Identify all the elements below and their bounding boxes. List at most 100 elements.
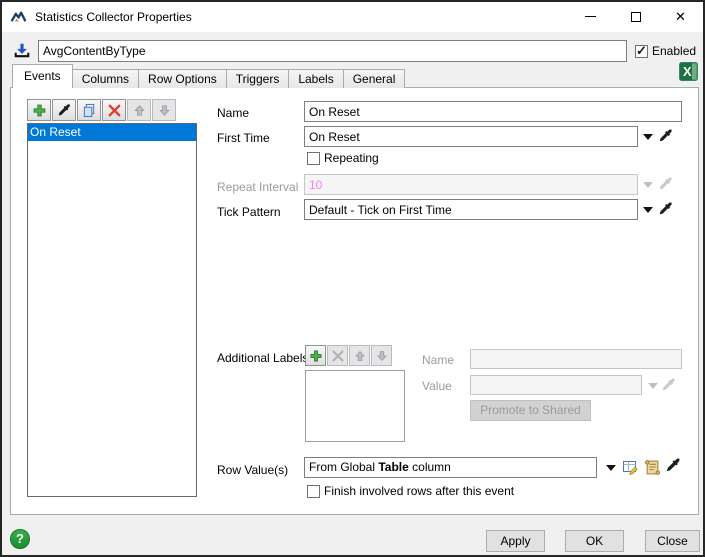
sampler-eyedropper-icon [661, 377, 677, 393]
chevron-down-icon [606, 465, 616, 471]
event-name-input[interactable] [304, 101, 682, 122]
tab-row-options[interactable]: Row Options [138, 69, 227, 88]
label-name-label: Name [422, 353, 454, 367]
label-value-input [470, 375, 642, 395]
object-sampler-drop-icon[interactable] [10, 39, 34, 63]
tab-events[interactable]: Events [12, 64, 73, 88]
row-values-combo[interactable]: From Global Table column [304, 457, 597, 478]
help-button[interactable]: ? [10, 529, 30, 549]
statistics-collector-properties-dialog: Statistics Collector Properties ✕ Enable… [0, 0, 705, 557]
label-value-label: Value [422, 379, 452, 393]
form-edit-icon [622, 458, 640, 476]
window-title: Statistics Collector Properties [35, 10, 192, 24]
svg-text:X: X [683, 64, 692, 79]
repeat-interval-input [304, 174, 638, 195]
ok-button[interactable]: OK [565, 530, 624, 552]
additional-labels-list[interactable] [305, 370, 405, 442]
move-down-icon [375, 349, 389, 363]
sampler-eyedropper-icon [658, 176, 674, 192]
chevron-down-icon [643, 182, 653, 188]
sampler-event-button[interactable] [52, 99, 76, 121]
apply-button[interactable]: Apply [486, 530, 545, 552]
sampler-eyedropper-icon [658, 128, 674, 144]
tick-pattern-input[interactable] [304, 199, 638, 220]
move-down-icon [157, 103, 172, 118]
close-icon: ✕ [675, 10, 686, 23]
finish-rows-label: Finish involved rows after this event [324, 484, 514, 498]
row-values-text-prefix: From Global [309, 460, 378, 474]
event-list-toolbar [27, 99, 176, 121]
add-label-button[interactable] [305, 345, 326, 366]
row-values-sampler-button[interactable] [664, 455, 682, 475]
event-list[interactable]: On Reset [27, 123, 197, 497]
label-value-sampler-button [660, 375, 678, 395]
delete-icon [331, 349, 345, 363]
move-label-down-button [371, 345, 392, 366]
first-time-label: First Time [217, 131, 270, 145]
sampler-eyedropper-icon [658, 201, 674, 217]
row-values-code-button[interactable] [643, 457, 661, 477]
finish-rows-row: Finish involved rows after this event [307, 484, 514, 498]
dialog-close-button[interactable]: Close [645, 530, 700, 552]
tab-columns[interactable]: Columns [72, 69, 139, 88]
repeat-interval-dropdown-arrow [641, 174, 655, 195]
label-name-input [470, 349, 682, 369]
tab-labels[interactable]: Labels [288, 69, 343, 88]
row-values-label: Row Value(s) [217, 463, 288, 477]
minimize-icon [585, 16, 596, 17]
maximize-icon [631, 12, 641, 22]
repeating-checkbox[interactable] [307, 152, 320, 165]
chevron-down-icon [643, 207, 653, 213]
move-label-up-button [349, 345, 370, 366]
tick-pattern-label: Tick Pattern [217, 205, 281, 219]
repeating-row: Repeating [307, 151, 379, 165]
chevron-down-icon [643, 134, 653, 140]
row-values-text-suffix: column [409, 460, 451, 474]
event-list-item[interactable]: On Reset [28, 124, 196, 141]
repeat-interval-sampler-button [657, 174, 675, 194]
enabled-label: Enabled [652, 44, 696, 58]
scroll-icon [644, 459, 661, 476]
chevron-down-icon [648, 383, 658, 389]
delete-icon [107, 103, 122, 118]
tab-general[interactable]: General [343, 69, 406, 88]
flexsim-logo-icon [10, 9, 27, 26]
repeating-label: Repeating [324, 151, 379, 165]
finish-rows-checkbox[interactable] [307, 485, 320, 498]
row-values-dropdown-arrow[interactable] [604, 457, 618, 478]
first-time-input[interactable] [304, 126, 638, 147]
additional-labels-label: Additional Labels [217, 351, 308, 365]
first-time-sampler-button[interactable] [657, 126, 675, 146]
add-icon [32, 103, 47, 118]
add-event-button[interactable] [27, 99, 51, 121]
excel-export-icon[interactable]: X [678, 61, 699, 82]
close-button[interactable]: ✕ [658, 2, 703, 31]
tab-bar: Events Columns Row Options Triggers Labe… [12, 64, 405, 88]
row-values-properties-button[interactable] [622, 457, 640, 477]
move-up-icon [132, 103, 147, 118]
sampler-eyedropper-icon [57, 103, 72, 118]
enabled-checkbox[interactable] [635, 45, 648, 58]
tab-triggers[interactable]: Triggers [226, 69, 290, 88]
name-label: Name [217, 106, 249, 120]
copy-icon [82, 103, 97, 118]
move-event-down-button [152, 99, 176, 121]
delete-label-button [327, 345, 348, 366]
first-time-dropdown-arrow[interactable] [641, 126, 655, 147]
tick-pattern-sampler-button[interactable] [657, 199, 675, 219]
row-values-text-bold: Table [378, 460, 408, 474]
minimize-button[interactable] [568, 2, 613, 31]
collector-name-input[interactable] [38, 40, 627, 62]
label-value-dropdown-arrow [646, 375, 660, 396]
maximize-button[interactable] [613, 2, 658, 31]
delete-event-button[interactable] [102, 99, 126, 121]
copy-event-button[interactable] [77, 99, 101, 121]
move-event-up-button [127, 99, 151, 121]
tick-pattern-dropdown-arrow[interactable] [641, 199, 655, 220]
promote-to-shared-button: Promote to Shared [470, 400, 591, 421]
move-up-icon [353, 349, 367, 363]
add-icon [309, 349, 323, 363]
sampler-eyedropper-icon [665, 457, 682, 474]
repeat-interval-label: Repeat Interval [217, 180, 298, 194]
titlebar: Statistics Collector Properties ✕ [2, 2, 703, 32]
